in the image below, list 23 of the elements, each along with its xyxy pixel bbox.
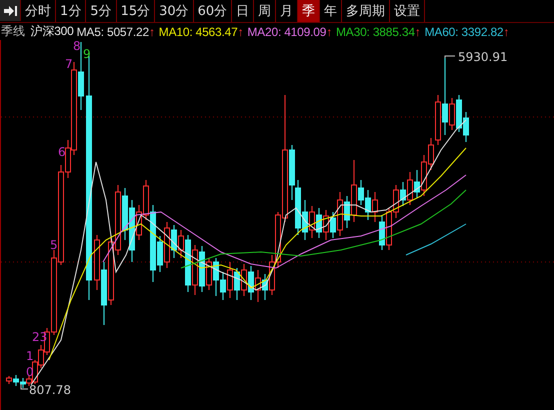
- sequence-count-label: 6: [58, 145, 66, 159]
- period-label: 季线: [1, 23, 25, 40]
- trend-arrow: ↑: [414, 24, 421, 38]
- high-price-label: 5930.91: [458, 50, 508, 64]
- sequence-count-label: 8: [73, 40, 81, 53]
- low-price-label: 807.78: [29, 383, 71, 397]
- low-marker-line: [20, 384, 28, 390]
- moving-average-value: MA10: 4563.47: [158, 24, 238, 38]
- moving-average-value: MA20: 4109.09: [247, 24, 326, 38]
- moving-average-value: MA30: 3885.34: [336, 24, 415, 38]
- trend-arrow: ↑: [148, 24, 155, 38]
- trend-arrow: ↑: [238, 24, 244, 38]
- high-marker-line: [444, 56, 456, 58]
- moving-average-value: MA60: 3392.82: [424, 24, 504, 38]
- sequence-count-label: 5: [50, 238, 58, 252]
- trend-arrow: ↑: [503, 24, 510, 38]
- index-name: 沪深300: [30, 23, 74, 40]
- trend-arrow: ↑: [326, 24, 332, 38]
- sequence-count-label: 9: [83, 47, 91, 61]
- period-tab[interactable]: 季: [298, 0, 320, 22]
- sequence-count-label: 7: [65, 57, 73, 71]
- moving-average-value: MA5: 5057.22: [76, 24, 149, 38]
- sequence-count-label: 1: [26, 349, 34, 363]
